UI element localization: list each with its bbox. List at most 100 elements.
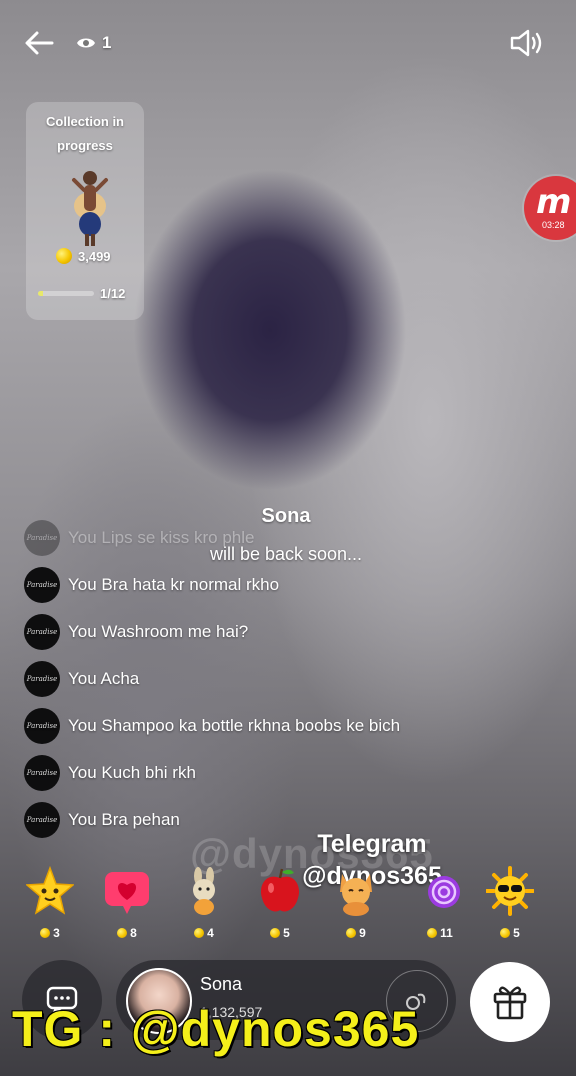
collection-progress-text: 1/12 xyxy=(100,286,126,301)
gift-heart[interactable]: 8 xyxy=(97,866,157,946)
chat-sender: You xyxy=(68,669,97,688)
chat-avatar-logo: Paradise xyxy=(26,675,58,683)
chat-sender: You xyxy=(68,622,97,641)
collection-progress-fill xyxy=(38,291,43,296)
chat-text: Bra pehan xyxy=(101,810,180,829)
gift-sun[interactable]: 5 xyxy=(480,866,540,946)
gift-apple[interactable]: 5 xyxy=(250,866,310,946)
coin-icon xyxy=(40,928,51,938)
chat-message-text: You Washroom me hai? xyxy=(68,622,248,642)
chat-message: Paradise You Bra pehan xyxy=(24,800,180,840)
eye-icon xyxy=(77,38,95,48)
coin-icon xyxy=(117,928,128,938)
gift-price: 9 xyxy=(326,926,386,940)
gift-price: 5 xyxy=(250,926,310,940)
chat-message-text: You Bra pehan xyxy=(68,810,180,830)
chat-sender: You xyxy=(68,810,97,829)
gift-price: 3 xyxy=(20,926,80,940)
chat-avatar[interactable]: Paradise xyxy=(24,708,60,744)
sound-button[interactable] xyxy=(508,26,546,60)
gift-icon xyxy=(493,986,527,1020)
chat-message: Paradise You Shampoo ka bottle rkhna boob… xyxy=(24,706,400,746)
lollipop-icon xyxy=(428,876,460,908)
chat-message: Paradise You Acha xyxy=(24,659,139,699)
chat-avatar-logo: Paradise xyxy=(26,534,58,542)
chat-avatar[interactable]: Paradise xyxy=(24,614,60,650)
chat-text: Washroom me hai? xyxy=(101,622,249,641)
chat-message-text: You Bra hata kr normal rkho xyxy=(68,575,279,595)
chat-avatar[interactable]: Paradise xyxy=(24,802,60,838)
gift-lollipop[interactable]: 11 xyxy=(410,866,470,946)
gift-price-value: 3 xyxy=(53,926,60,940)
cat-icon xyxy=(340,874,372,916)
coin-icon xyxy=(346,928,357,938)
gift-price-value: 5 xyxy=(513,926,520,940)
star-icon xyxy=(26,866,74,915)
collection-coin-text: 3,499 xyxy=(78,248,111,264)
chat-text: Shampoo ka bottle rkhna boobs ke bich xyxy=(101,716,401,735)
chat-avatar-logo: Paradise xyxy=(26,722,58,730)
live-stream-screen: 1 Collection in progress 3,499 1/12 m 03… xyxy=(0,0,576,1076)
viewer-count-value: 1 xyxy=(102,33,112,52)
chat-avatar-logo: Paradise xyxy=(26,581,58,589)
chat-message-text: You Acha xyxy=(68,669,139,689)
coin-icon xyxy=(270,928,281,938)
gift-cat[interactable]: 9 xyxy=(326,866,386,946)
chat-avatar[interactable]: Paradise xyxy=(24,567,60,603)
collection-card[interactable]: Collection in progress 3,499 1/12 xyxy=(26,102,144,320)
gift-price-value: 4 xyxy=(207,926,214,940)
chat-avatar[interactable]: Paradise xyxy=(24,661,60,697)
back-button[interactable] xyxy=(22,28,56,58)
chat-message: Paradise You Bra hata kr normal rkho xyxy=(24,565,279,605)
collection-coin-value: 3,499 xyxy=(56,248,111,264)
chat-text: Kuch bhi rkh xyxy=(101,763,196,782)
chat-message-text: You Kuch bhi rkh xyxy=(68,763,196,783)
coin-icon xyxy=(500,928,511,938)
dancer-figure-icon xyxy=(72,171,108,246)
host-name: Sona xyxy=(200,974,243,994)
watermark-telegram-line1: Telegram xyxy=(317,830,427,858)
chat-avatar-logo: Paradise xyxy=(26,628,58,636)
apple-icon xyxy=(260,868,300,912)
gift-price: 11 xyxy=(410,926,470,940)
collection-progress-bar xyxy=(38,291,94,296)
gift-bunny[interactable]: 4 xyxy=(174,866,234,946)
gift-price: 4 xyxy=(174,926,234,940)
chat-text: Acha xyxy=(100,669,140,688)
heart-icon xyxy=(105,872,149,914)
gift-price-value: 11 xyxy=(440,926,453,940)
chat-text: Bra hata kr normal rkho xyxy=(101,575,280,594)
chat-message-text: You Shampoo ka bottle rkhna boobs ke bic… xyxy=(68,716,400,736)
viewer-count: 1 xyxy=(76,30,111,56)
coin-icon xyxy=(427,928,438,938)
host-away-status: will be back soon... xyxy=(209,544,363,564)
chat-sender: You xyxy=(68,763,97,782)
chat-message: Paradise You Washroom me hai? xyxy=(24,612,248,652)
telegram-banner: TG : @dynos365 xyxy=(12,1001,420,1057)
gift-price: 5 xyxy=(480,926,540,940)
gift-star[interactable]: 3 xyxy=(20,866,80,946)
host-away-name: Sona xyxy=(261,505,311,527)
chat-avatar[interactable]: Paradise xyxy=(24,755,60,791)
collection-title: Collection in progress xyxy=(46,114,124,153)
bunny-icon xyxy=(193,867,215,915)
coin-icon xyxy=(194,928,205,938)
gift-price-value: 8 xyxy=(130,926,137,940)
chat-sender: You xyxy=(68,716,97,735)
speaker-icon xyxy=(510,29,542,57)
recorder-time: 03:28 xyxy=(542,220,565,230)
chat-message: Paradise You Kuch bhi rkh xyxy=(24,753,196,793)
gift-price-value: 9 xyxy=(359,926,366,940)
arrow-left-icon xyxy=(25,31,54,55)
chat-avatar-logo: Paradise xyxy=(26,816,58,824)
gift-price-value: 5 xyxy=(283,926,290,940)
chat-avatar[interactable]: Paradise xyxy=(24,520,60,556)
chat-sender: You xyxy=(68,575,97,594)
chat-avatar-logo: Paradise xyxy=(26,769,58,777)
recorder-logo: m xyxy=(536,182,572,222)
chat-sender: You xyxy=(68,528,97,547)
gift-button[interactable] xyxy=(470,962,550,1042)
coin-icon xyxy=(56,248,72,264)
recorder-badge[interactable]: m 03:28 xyxy=(524,176,576,240)
gift-price: 8 xyxy=(97,926,157,940)
